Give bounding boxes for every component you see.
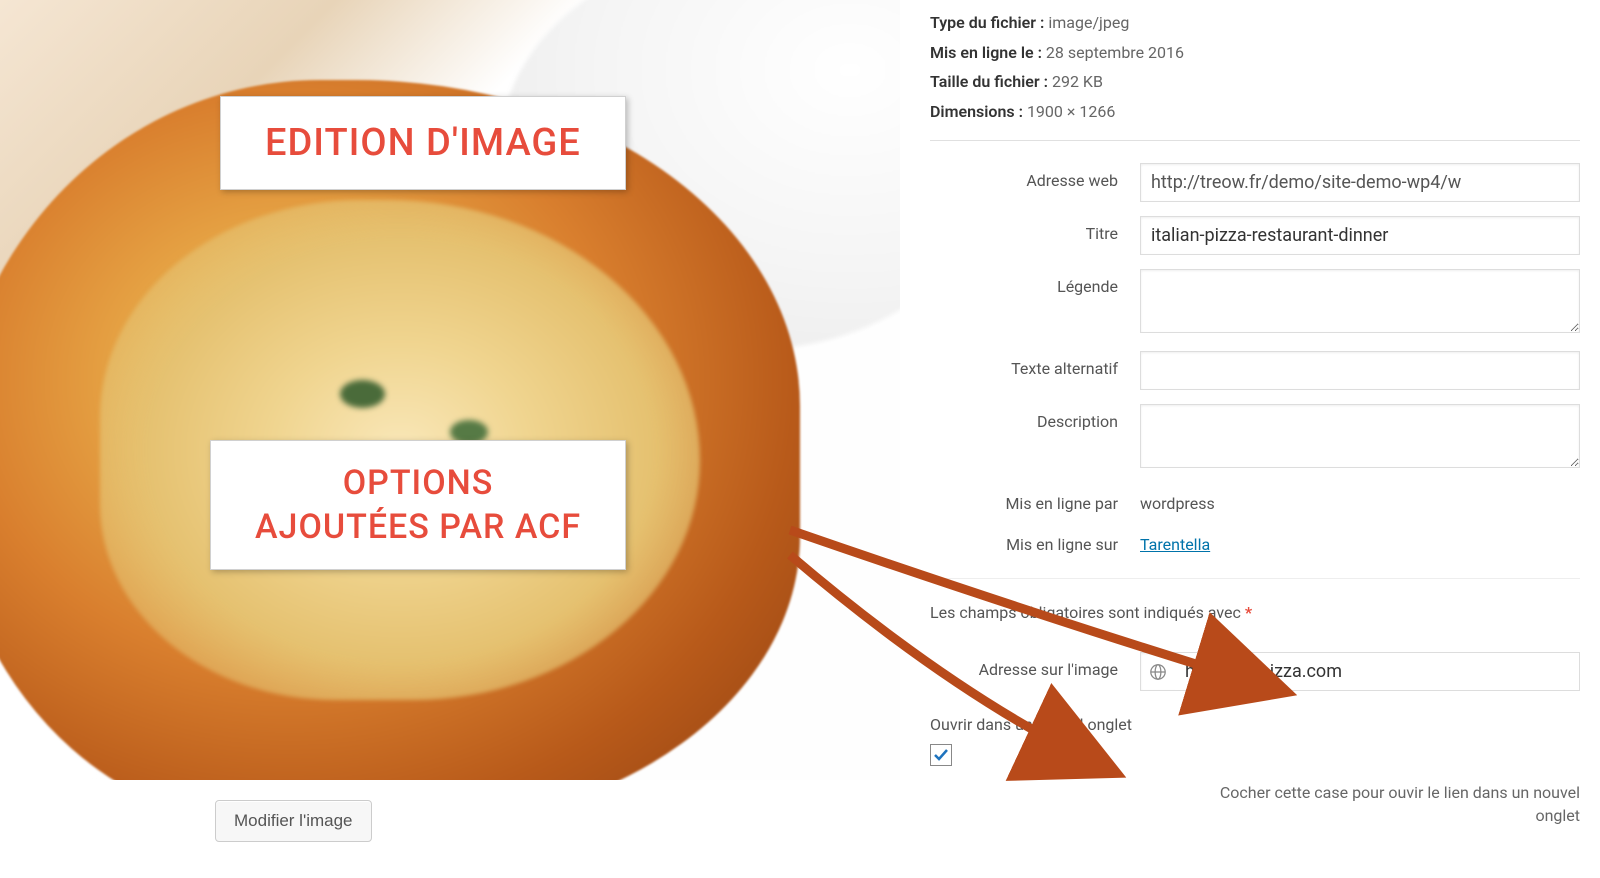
url-label: Adresse web [930, 163, 1140, 190]
edit-image-button[interactable]: Modifier l'image [215, 800, 372, 842]
uploaded-by-value: wordpress [1140, 494, 1215, 513]
uploaded-to-label: Mis en ligne sur [930, 527, 1140, 554]
new-tab-checkbox[interactable] [930, 744, 952, 766]
meta-filesize-value: 292 KB [1052, 72, 1103, 91]
description-label: Description [930, 404, 1140, 431]
caption-label: Légende [930, 269, 1140, 296]
meta-uploaded-label: Mis en ligne le : [930, 43, 1042, 62]
meta-filetype-label: Type du fichier : [930, 13, 1044, 32]
alt-label: Texte alternatif [930, 351, 1140, 378]
annotation-edition-text: EDITION D'IMAGE [265, 121, 581, 165]
meta-filesize-label: Taille du fichier : [930, 72, 1048, 91]
meta-dimensions-label: Dimensions : [930, 102, 1023, 121]
image-link-label: Adresse sur l'image [930, 652, 1140, 679]
acf-separator [930, 578, 1580, 579]
new-tab-label: Ouvrir dans un nouvel onglet [930, 715, 1580, 734]
uploaded-to-link[interactable]: Tarentella [1140, 535, 1210, 554]
title-label: Titre [930, 216, 1140, 243]
meta-filetype-value: image/jpeg [1048, 13, 1129, 32]
attachment-details-panel: Type du fichier : image/jpeg Mis en lign… [900, 0, 1600, 878]
description-textarea[interactable] [1140, 404, 1580, 468]
new-tab-helper: Cocher cette case pour ouvir le lien dan… [1200, 782, 1580, 827]
caption-textarea[interactable] [1140, 269, 1580, 333]
annotation-acf-label: OPTIONS AJOUTÉES PAR ACF [210, 440, 626, 570]
required-asterisk-icon: * [1245, 603, 1252, 622]
uploaded-by-label: Mis en ligne par [930, 486, 1140, 513]
title-input[interactable] [1140, 216, 1580, 255]
required-fields-text: Les champs obligatoires sont indiqués av… [930, 603, 1241, 622]
alt-input[interactable] [1140, 351, 1580, 390]
annotation-acf-line2: AJOUTÉES PAR ACF [255, 507, 581, 547]
annotation-edition-label: EDITION D'IMAGE [220, 96, 626, 190]
globe-icon [1141, 653, 1175, 690]
meta-uploaded-value: 28 septembre 2016 [1046, 43, 1184, 62]
url-input[interactable] [1140, 163, 1580, 202]
meta-dimensions-value: 1900 × 1266 [1027, 102, 1115, 121]
pizza-herb-decoration [340, 380, 385, 408]
required-fields-note: Les champs obligatoires sont indiqués av… [930, 603, 1580, 622]
annotation-acf-line1: OPTIONS [343, 463, 494, 503]
image-link-input[interactable] [1175, 653, 1579, 690]
attachment-preview-panel: EDITION D'IMAGE OPTIONS AJOUTÉES PAR ACF… [0, 0, 900, 878]
image-preview: EDITION D'IMAGE OPTIONS AJOUTÉES PAR ACF [0, 0, 900, 780]
attachment-meta: Type du fichier : image/jpeg Mis en lign… [930, 0, 1580, 141]
